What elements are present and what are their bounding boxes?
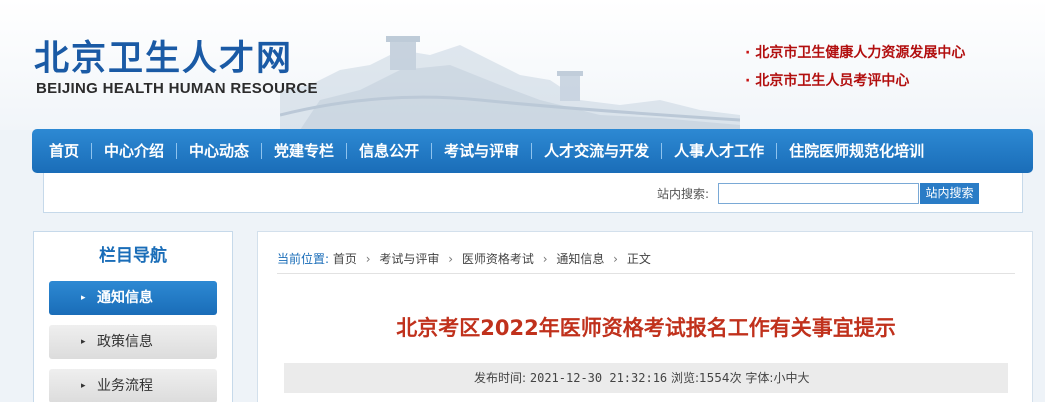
nav-item-news[interactable]: 中心动态 (177, 129, 261, 173)
search-bar: 站内搜索: 站内搜索 (43, 173, 1023, 213)
breadcrumb-home[interactable]: 首页 (333, 252, 357, 266)
center-link-hr[interactable]: · 北京市卫生健康人力资源发展中心 (745, 42, 965, 62)
breadcrumb-divider (277, 273, 1015, 274)
chevron-right-icon: › (448, 252, 454, 266)
arrow-right-icon: ▸ (81, 337, 86, 347)
publish-time: 2021-12-30 21:32:16 (529, 371, 668, 385)
bullet-icon: · (745, 73, 751, 89)
nav-item-party[interactable]: 党建专栏 (262, 129, 346, 173)
bullet-icon: · (745, 45, 751, 61)
font-size-large[interactable]: 大 (797, 371, 809, 385)
breadcrumb-label: 当前位置: (277, 252, 330, 266)
nav-item-talent-exchange[interactable]: 人才交流与开发 (532, 129, 661, 173)
center-link-exam-label: 北京市卫生人员考评中心 (755, 73, 910, 89)
main-nav: 首页 中心介绍 中心动态 党建专栏 信息公开 考试与评审 人才交流与开发 人事人… (32, 129, 1033, 173)
center-link-exam[interactable]: · 北京市卫生人员考评中心 (745, 70, 965, 90)
sidebar-item-policies[interactable]: ▸ 政策信息 (49, 325, 217, 359)
font-size-small[interactable]: 小 (773, 371, 785, 385)
site-logo-en: BEIJING HEALTH HUMAN RESOURCE (36, 80, 318, 97)
center-links: · 北京市卫生健康人力资源发展中心 · 北京市卫生人员考评中心 (745, 42, 965, 98)
nav-item-disclosure[interactable]: 信息公开 (347, 129, 431, 173)
views-label: 浏览: (670, 371, 700, 385)
font-size-medium[interactable]: 中 (785, 371, 797, 385)
sidebar-item-procedures[interactable]: ▸ 业务流程 (49, 369, 217, 402)
chevron-right-icon: › (542, 252, 548, 266)
nav-item-home[interactable]: 首页 (32, 129, 91, 173)
breadcrumb-physician-exam[interactable]: 医师资格考试 (462, 252, 534, 266)
sidebar-title: 栏目导航 (99, 246, 167, 266)
search-button[interactable]: 站内搜索 (920, 183, 979, 204)
center-link-hr-label: 北京市卫生健康人力资源发展中心 (755, 45, 966, 61)
arrow-right-icon: ▸ (81, 381, 86, 391)
arrow-right-icon: ▸ (81, 293, 86, 303)
breadcrumb: 当前位置: 首页 › 考试与评审 › 医师资格考试 › 通知信息 › 正文 (277, 250, 651, 267)
nav-item-exams[interactable]: 考试与评审 (432, 129, 531, 173)
breadcrumb-exams[interactable]: 考试与评审 (379, 252, 439, 266)
publish-label: 发布时间: (474, 371, 527, 385)
sidebar-item-label: 业务流程 (97, 378, 153, 394)
font-size-label: 字体: (745, 371, 774, 385)
search-input[interactable] (718, 183, 919, 204)
article-meta: 发布时间: 2021-12-30 21:32:16 浏览:1554次 字体:小中… (284, 363, 1008, 393)
nav-item-residency-training[interactable]: 住院医师规范化培训 (777, 129, 936, 173)
chevron-right-icon: › (613, 252, 618, 266)
sidebar-item-label: 通知信息 (97, 290, 153, 306)
great-wall-banner (280, 36, 740, 130)
nav-item-intro[interactable]: 中心介绍 (92, 129, 176, 173)
nav-item-personnel[interactable]: 人事人才工作 (662, 129, 776, 173)
site-logo-cn[interactable]: 北京卫生人才网 (34, 30, 293, 81)
site-header: 北京卫生人才网 BEIJING HEALTH HUMAN RESOURCE · 北… (0, 0, 1045, 130)
search-label: 站内搜索: (657, 187, 710, 201)
breadcrumb-notices[interactable]: 通知信息 (556, 252, 604, 266)
sidebar-item-notices[interactable]: ▸ 通知信息 (49, 281, 217, 315)
page: 北京卫生人才网 BEIJING HEALTH HUMAN RESOURCE · 北… (0, 0, 1045, 402)
article-title: 北京考区2022年医师资格考试报名工作有关事宜提示 (396, 316, 896, 340)
views-count: 1554次 (699, 371, 742, 385)
breadcrumb-current: 正文 (626, 252, 651, 266)
sidebar: 栏目导航 ▸ 通知信息 ▸ 政策信息 ▸ 业务流程 (33, 231, 233, 402)
article-panel: 当前位置: 首页 › 考试与评审 › 医师资格考试 › 通知信息 › 正文 北京… (257, 231, 1033, 402)
sidebar-item-label: 政策信息 (97, 334, 153, 350)
chevron-right-icon: › (365, 252, 371, 266)
